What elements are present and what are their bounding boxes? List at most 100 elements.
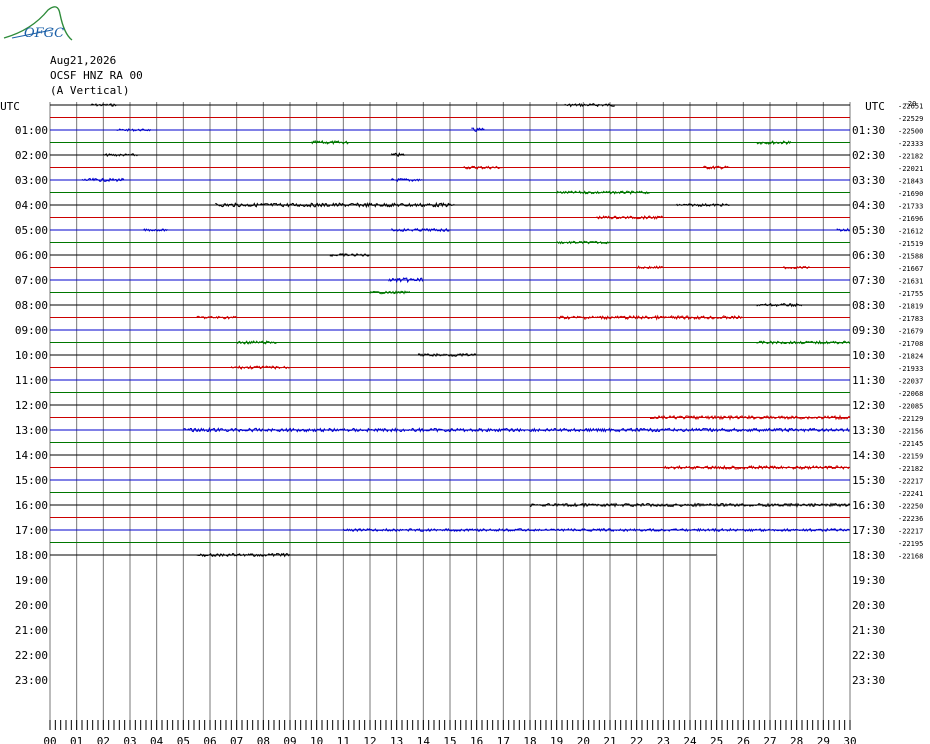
x-tick-label: 25 (710, 735, 723, 744)
hour-label-right: 15:30 (852, 474, 885, 487)
hour-label-left: 17:00 (15, 524, 48, 537)
trace-offset-label: -22195 (898, 540, 923, 548)
hour-label-left: 09:00 (15, 324, 48, 337)
hour-label-left: 02:00 (15, 149, 48, 162)
x-tick-label: 27 (763, 735, 776, 744)
trace-offset-label: -22236 (898, 515, 923, 523)
hour-label-left: 21:00 (15, 624, 48, 637)
x-tick-label: 06 (203, 735, 216, 744)
hour-label-right: 02:30 (852, 149, 885, 162)
hour-label-left: 14:00 (15, 449, 48, 462)
hour-label-left: 11:00 (15, 374, 48, 387)
x-tick-label: 09 (283, 735, 296, 744)
hour-label-right: 06:30 (852, 249, 885, 262)
trace-offset-label: -21933 (898, 365, 923, 373)
hour-label-left: 04:00 (15, 199, 48, 212)
hour-label-right: 09:30 (852, 324, 885, 337)
trace-offset-label: -21733 (898, 203, 923, 211)
trace-offset-label: -21690 (898, 190, 923, 198)
hour-label-left: 22:00 (15, 649, 48, 662)
hour-label-left: 03:00 (15, 174, 48, 187)
trace-offset-label: -22168 (898, 553, 923, 561)
x-tick-label: 21 (603, 735, 616, 744)
left-axis-title: UTC (0, 100, 20, 113)
hour-label-right: 20:30 (852, 599, 885, 612)
trace-offset-label: -22333 (898, 140, 923, 148)
hour-label-right: 16:30 (852, 499, 885, 512)
x-tick-label: 11 (337, 735, 350, 744)
trace-offset-label: -21667 (898, 265, 923, 273)
x-tick-label: 12 (363, 735, 376, 744)
trace-event-signal (230, 365, 290, 370)
trace-event-signal (417, 352, 477, 358)
x-tick-label: 23 (657, 735, 670, 744)
x-tick-label: 20 (577, 735, 590, 744)
x-tick-label: 26 (737, 735, 750, 744)
right-axis-title: UTC (865, 100, 885, 113)
trace-offset-label: -22217 (898, 478, 923, 486)
trace-offset-label: -21696 (898, 215, 923, 223)
hour-label-left: 16:00 (15, 499, 48, 512)
trace-offset-label: -22182 (898, 465, 923, 473)
trace-offset-label: -22529 (898, 115, 923, 123)
hour-label-right: 03:30 (852, 174, 885, 187)
hour-label-left: 07:00 (15, 274, 48, 287)
hour-label-right: 07:30 (852, 274, 885, 287)
trace-offset-label: -22085 (898, 403, 923, 411)
hour-label-left: 20:00 (15, 599, 48, 612)
trace-offset-label: -22156 (898, 428, 923, 436)
trace-offset-label: -21708 (898, 340, 923, 348)
trace-offset-label: -21819 (898, 303, 923, 311)
hour-label-left: 15:00 (15, 474, 48, 487)
hour-label-right: 23:30 (852, 674, 885, 687)
hour-label-right: 10:30 (852, 349, 885, 362)
trace-offset-label: -21631 (898, 278, 923, 286)
trace-event-signal (183, 426, 850, 433)
hour-label-left: 08:00 (15, 299, 48, 312)
hour-label-left: 06:00 (15, 249, 48, 262)
x-tick-label: 05 (177, 735, 190, 744)
hour-label-left: 19:00 (15, 574, 48, 587)
hour-label-right: 21:30 (852, 624, 885, 637)
hour-label-left: 13:00 (15, 424, 48, 437)
hour-label-left: 18:00 (15, 549, 48, 562)
x-tick-label: 10 (310, 735, 323, 744)
x-tick-label: 30 (843, 735, 856, 744)
hour-label-right: 22:30 (852, 649, 885, 662)
hour-label-left: 12:00 (15, 399, 48, 412)
trace-offset-label: -22129 (898, 415, 923, 423)
trace-offset-label: -21843 (898, 178, 923, 186)
trace-event-signal (329, 252, 371, 258)
hour-label-left: 10:00 (15, 349, 48, 362)
x-tick-label: 16 (470, 735, 483, 744)
trace-event-signal (836, 227, 850, 232)
trace-offset-label: -22068 (898, 390, 923, 398)
x-tick-label: 14 (417, 735, 431, 744)
hour-label-right: 11:30 (852, 374, 885, 387)
hour-label-right: 05:30 (852, 224, 885, 237)
trace-offset-label: -21612 (898, 228, 923, 236)
hour-label-right: 08:30 (852, 299, 885, 312)
x-tick-label: 19 (550, 735, 563, 744)
hour-label-right: 04:30 (852, 199, 885, 212)
hour-label-right: 14:30 (852, 449, 885, 462)
trace-offset-label: -21755 (898, 290, 923, 298)
hour-label-right: 17:30 (852, 524, 885, 537)
trace-offset-label: -22500 (898, 128, 923, 136)
x-tick-label: 00 (43, 735, 56, 744)
trace-offset-label: -22250 (898, 503, 923, 511)
x-tick-label: 18 (523, 735, 536, 744)
x-tick-label: 02 (97, 735, 110, 744)
x-tick-label: 28 (790, 735, 803, 744)
trace-event-signal (662, 464, 850, 470)
trace-event-signal (756, 302, 803, 308)
trace-offset-label: -22021 (898, 165, 923, 173)
hour-label-right: 18:30 (852, 549, 885, 562)
hour-label-left: 23:00 (15, 674, 48, 687)
hour-label-left: 01:00 (15, 124, 48, 137)
trace-offset-label: -21783 (898, 315, 923, 323)
x-tick-label: 01 (70, 735, 83, 744)
hour-label-right: 12:30 (852, 399, 885, 412)
trace-offset-label: -22651 (898, 103, 923, 111)
x-tick-label: 03 (123, 735, 136, 744)
